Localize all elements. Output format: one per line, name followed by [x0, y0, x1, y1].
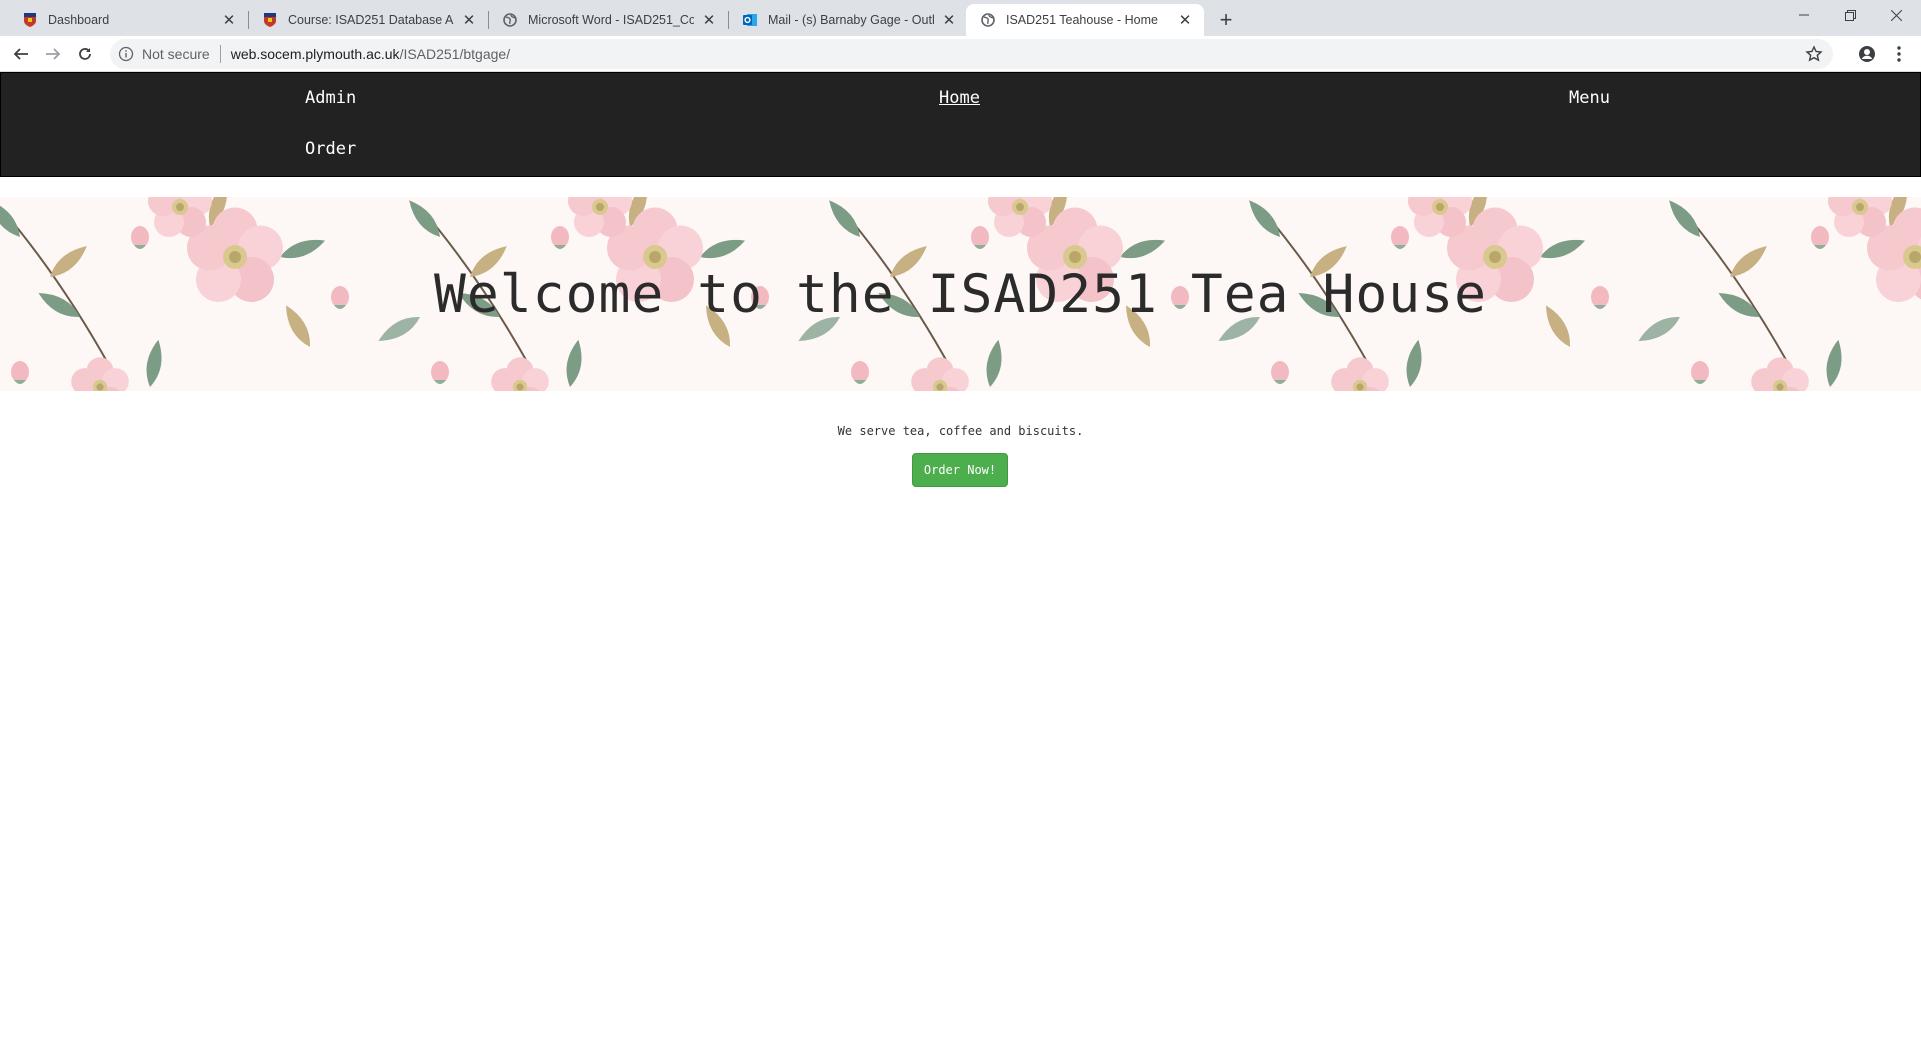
- tab-title: ISAD251 Teahouse - Home: [1006, 13, 1158, 27]
- tab-mail[interactable]: Mail - (s) Barnaby Gage - Outlook ✕: [728, 4, 968, 36]
- close-tab-icon[interactable]: ✕: [460, 11, 478, 29]
- address-divider: [219, 45, 221, 63]
- tab-title: Course: ISAD251 Database Appli: [288, 13, 454, 27]
- tab-title: Microsoft Word - ISAD251_Cours: [528, 13, 694, 27]
- nav-link-home[interactable]: Home: [939, 88, 980, 108]
- security-label: Not secure: [142, 46, 210, 62]
- url-path: /ISAD251/btgage/: [399, 46, 511, 62]
- web-page: Admin Home Menu Order Welcome to the ISA…: [0, 72, 1921, 1039]
- nav-link-order[interactable]: Order: [305, 139, 356, 159]
- forward-icon[interactable]: [39, 40, 67, 68]
- browser-tab-strip: Dashboard ✕ Course: ISAD251 Database App…: [0, 0, 1921, 36]
- tab-dashboard[interactable]: Dashboard ✕: [8, 4, 248, 36]
- university-crest-icon: [22, 12, 38, 28]
- url-host: web.socem.plymouth.ac.uk: [230, 46, 400, 62]
- restore-icon[interactable]: [1827, 0, 1873, 30]
- university-crest-icon: [262, 12, 278, 28]
- tab-title: Mail - (s) Barnaby Gage - Outlook: [768, 13, 934, 27]
- tab-course[interactable]: Course: ISAD251 Database Appli ✕: [248, 4, 488, 36]
- profile-avatar-icon[interactable]: [1853, 40, 1881, 68]
- tagline: We serve tea, coffee and biscuits.: [837, 424, 1084, 438]
- nav-link-menu[interactable]: Menu: [1569, 88, 1610, 108]
- outlook-icon: [742, 12, 758, 28]
- hero-banner: Welcome to the ISAD251 Tea House: [0, 197, 1921, 391]
- bookmark-star-icon[interactable]: [1805, 45, 1823, 63]
- browser-menu-icon[interactable]: [1885, 40, 1913, 68]
- tab-teahouse[interactable]: ISAD251 Teahouse - Home ✕: [966, 4, 1204, 36]
- hero-title: Welcome to the ISAD251 Tea House: [433, 263, 1488, 325]
- order-now-button[interactable]: Order Now!: [912, 453, 1008, 487]
- address-bar[interactable]: Not secure web.socem.plymouth.ac.uk/ISAD…: [110, 39, 1833, 69]
- close-window-icon[interactable]: [1873, 0, 1919, 30]
- close-tab-icon[interactable]: ✕: [1176, 11, 1194, 29]
- globe-icon: [502, 12, 518, 28]
- info-icon[interactable]: [118, 46, 134, 62]
- close-tab-icon[interactable]: ✕: [940, 11, 958, 29]
- close-tab-icon[interactable]: ✕: [220, 11, 238, 29]
- new-tab-icon[interactable]: +: [1212, 6, 1240, 34]
- browser-toolbar: Not secure web.socem.plymouth.ac.uk/ISAD…: [0, 36, 1921, 72]
- globe-icon: [980, 12, 996, 28]
- nav-link-admin[interactable]: Admin: [305, 88, 356, 108]
- tab-word[interactable]: Microsoft Word - ISAD251_Cours ✕: [488, 4, 728, 36]
- tab-title: Dashboard: [48, 13, 110, 27]
- minimize-icon[interactable]: [1781, 0, 1827, 30]
- site-navbar: Admin Home Menu Order: [0, 72, 1921, 177]
- reload-icon[interactable]: [71, 40, 99, 68]
- back-icon[interactable]: [7, 40, 35, 68]
- close-tab-icon[interactable]: ✕: [700, 11, 718, 29]
